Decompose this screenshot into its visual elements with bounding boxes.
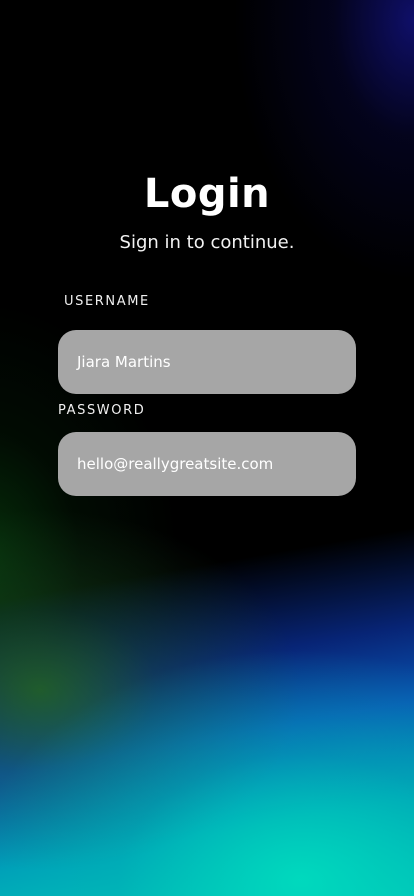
page-subtitle: Sign in to continue. [119,232,295,253]
page-title: Login [143,171,271,217]
username-label: USERNAME [64,294,150,309]
username-field[interactable]: Jiara Martins [58,330,356,394]
password-label: PASSWORD [58,403,146,418]
login-screen: Login Sign in to continue. USERNAME Jiar… [0,0,414,896]
password-field[interactable]: hello@reallygreatsite.com [58,432,356,496]
